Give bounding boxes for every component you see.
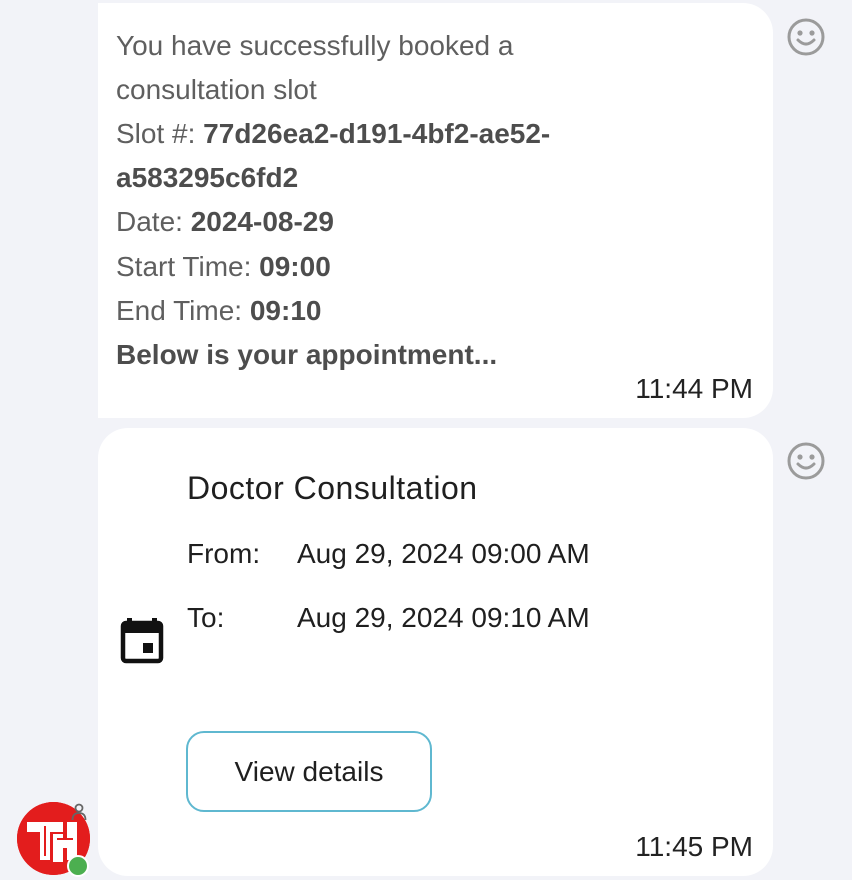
message-line: consultation slot — [116, 74, 317, 105]
from-label: From: — [187, 538, 261, 569]
slot-row: Slot #: 77d26ea2-d191-4bf2-ae52- — [116, 116, 550, 152]
end-time-value: 09:10 — [249, 295, 322, 326]
calendar-event-icon — [120, 618, 164, 664]
date-label: Date: — [116, 206, 191, 237]
message-timestamp: 11:45 PM — [635, 831, 753, 862]
slot-row-continued: a583295c6fd2 — [116, 160, 298, 196]
start-time-row: Start Time: 09:00 — [116, 249, 331, 285]
message-line: You have successfully booked a — [116, 30, 514, 61]
start-time-label: Start Time: — [116, 251, 260, 282]
user-badge-icon — [71, 803, 87, 821]
end-time-row: End Time: 09:10 — [116, 293, 321, 329]
date-value: 2024-08-29 — [190, 206, 334, 237]
slot-value: 77d26ea2-d191-4bf2-ae52- — [203, 118, 551, 149]
slot-label: Slot #: — [116, 118, 204, 149]
start-time-value: 09:00 — [259, 251, 331, 282]
from-value: Aug 29, 2024 09:00 AM — [297, 538, 590, 569]
to-value: Aug 29, 2024 09:10 AM — [297, 602, 590, 633]
smiley-face-icon[interactable] — [786, 17, 826, 57]
smiley-face-icon[interactable] — [786, 441, 826, 481]
view-details-button[interactable]: View details — [186, 731, 432, 812]
online-status-dot — [67, 855, 89, 877]
message-timestamp: 11:44 PM — [635, 373, 753, 404]
message-bubble-appointment-card: Doctor Consultation From: Aug 29, 2024 0… — [98, 428, 773, 876]
appointment-title: Doctor Consultation — [187, 470, 478, 506]
slot-value-continued: a583295c6fd2 — [116, 162, 299, 193]
appointment-intro: Below is your appointment... — [116, 339, 498, 370]
date-row: Date: 2024-08-29 — [116, 204, 334, 240]
message-bubble-booking-confirmation: You have successfully booked a consultat… — [98, 3, 773, 418]
to-label: To: — [187, 602, 225, 633]
end-time-label: End Time: — [116, 295, 250, 326]
